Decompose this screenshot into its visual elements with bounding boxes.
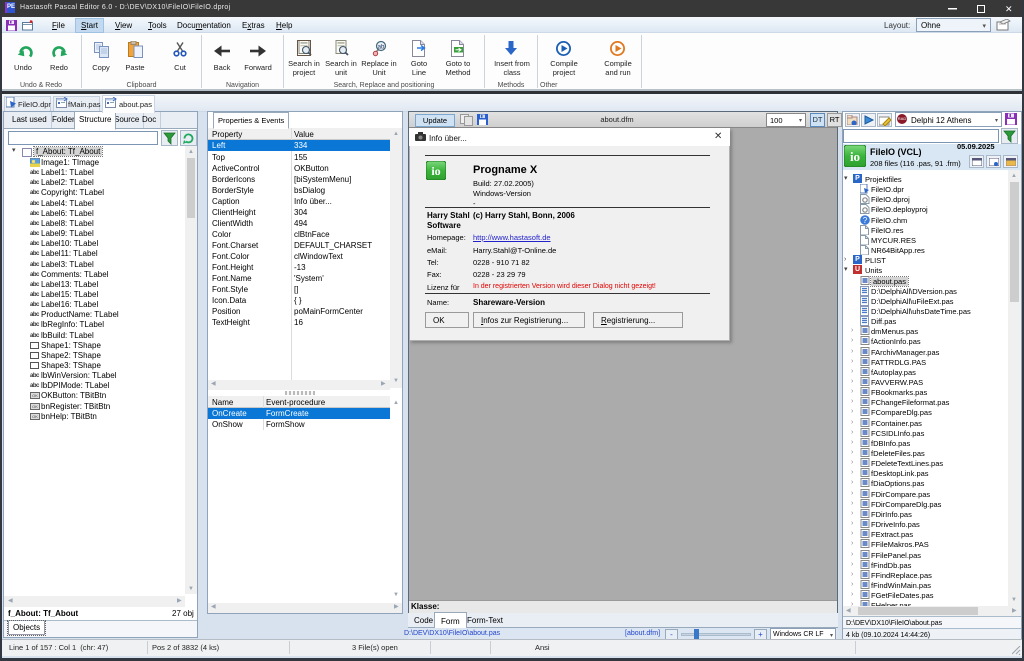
svg-text:io: io xyxy=(850,149,860,164)
svg-text:io: io xyxy=(431,164,440,178)
svg-text:ab: ab xyxy=(378,45,385,51)
svg-text:?: ? xyxy=(863,216,868,225)
